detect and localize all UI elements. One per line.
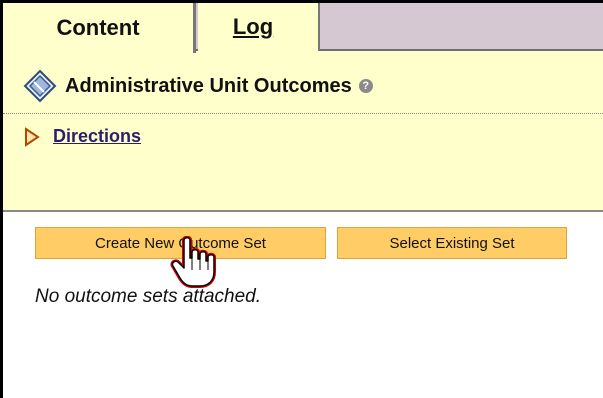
outcomes-header-panel: Administrative Unit Outcomes ? Direction… bbox=[3, 51, 603, 212]
directions-link[interactable]: Directions bbox=[53, 126, 141, 147]
select-existing-set-button[interactable]: Select Existing Set bbox=[337, 227, 567, 259]
page-title: Administrative Unit Outcomes bbox=[65, 74, 352, 97]
empty-state-message: No outcome sets attached. bbox=[35, 286, 262, 307]
tab-content-label: Content bbox=[56, 15, 140, 40]
tab-log[interactable]: Log bbox=[198, 3, 320, 51]
directions-toggle[interactable]: Directions bbox=[24, 126, 141, 147]
hand-cursor-icon bbox=[170, 236, 216, 288]
tab-content[interactable]: Content bbox=[3, 3, 196, 53]
expand-triangle-icon[interactable] bbox=[24, 126, 40, 147]
tab-bar: Content Log bbox=[3, 3, 603, 53]
diamond-icon bbox=[23, 69, 57, 103]
tab-log-label: Log bbox=[232, 14, 274, 39]
divider bbox=[3, 113, 603, 114]
help-icon[interactable]: ? bbox=[358, 79, 373, 93]
page-title-row: Administrative Unit Outcomes ? bbox=[23, 68, 373, 104]
